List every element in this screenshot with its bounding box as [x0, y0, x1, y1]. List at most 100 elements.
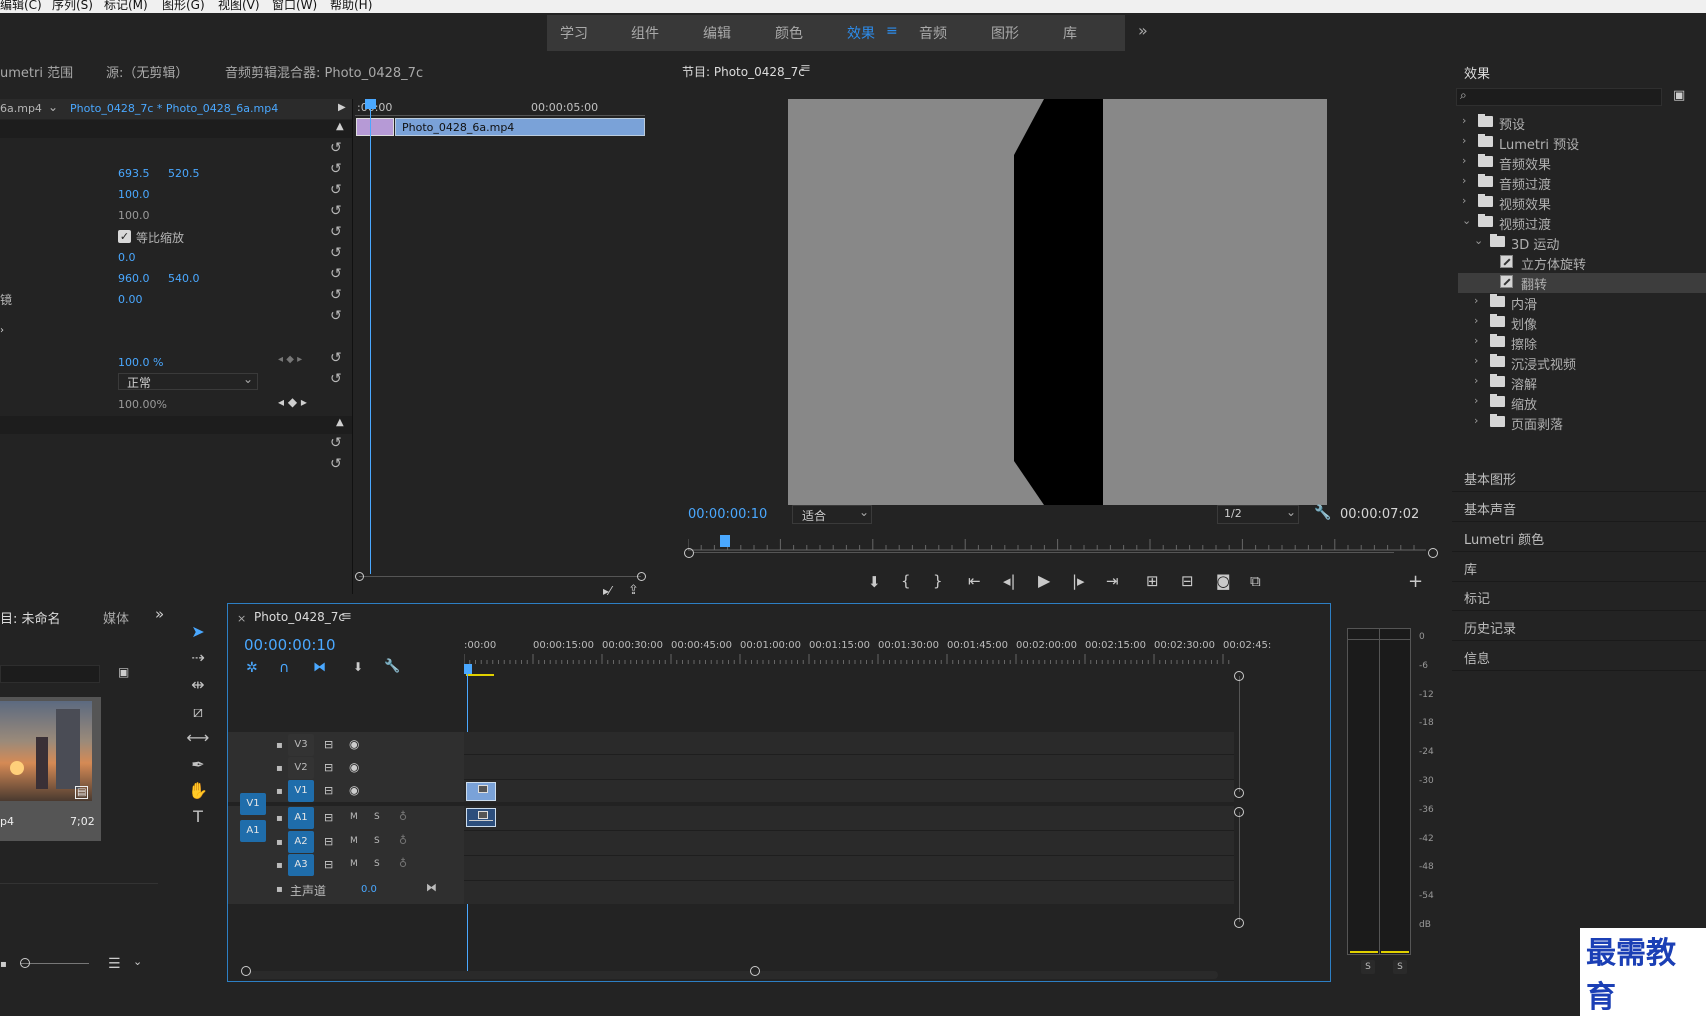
effects-tree-item[interactable]: 立方体旋转: [1458, 253, 1706, 273]
track-target-a1[interactable]: A1: [288, 807, 314, 829]
effects-tree-item[interactable]: › Lumetri 预设: [1458, 133, 1706, 153]
reset-icon[interactable]: ↺: [330, 372, 344, 386]
mark-in-icon[interactable]: {: [901, 572, 911, 590]
workspace-editing[interactable]: 编辑: [703, 23, 731, 43]
solo-right-button[interactable]: S: [1393, 960, 1407, 974]
section-markers[interactable]: 标记: [1452, 581, 1706, 611]
zoom-slider-handle[interactable]: [20, 958, 30, 968]
anchor-x-value[interactable]: 960.0: [118, 272, 150, 285]
lock-icon[interactable]: ▪: [0, 959, 7, 970]
playhead-handle[interactable]: [365, 99, 376, 109]
collapse-arrow-icon[interactable]: ▲: [336, 121, 344, 132]
effects-tree-item[interactable]: › 页面剥落: [1458, 413, 1706, 433]
eye-icon[interactable]: ◉: [349, 737, 359, 751]
keyframe-nav-icon[interactable]: ◂ ◆ ▸: [278, 395, 307, 409]
workspace-libraries[interactable]: 库: [1063, 23, 1077, 43]
reset-icon[interactable]: ↺: [330, 309, 344, 323]
effects-tree-item[interactable]: › 视频效果: [1458, 193, 1706, 213]
reset-icon[interactable]: ↺: [330, 436, 344, 450]
zoom-slider[interactable]: [21, 963, 89, 964]
add-marker-icon[interactable]: ⬇: [868, 573, 881, 591]
video-clip[interactable]: [466, 782, 496, 801]
hand-tool-icon[interactable]: ✋: [186, 780, 210, 802]
scroll-handle[interactable]: [750, 966, 760, 976]
selection-tool-icon[interactable]: ➤: [186, 621, 210, 643]
sync-lock-icon[interactable]: ⊟: [324, 858, 333, 871]
chevron-right-icon[interactable]: ›: [1462, 114, 1466, 127]
tab-project[interactable]: 目: 未命名: [0, 608, 61, 627]
workspace-menu-icon[interactable]: ≡: [886, 23, 898, 39]
solo-button[interactable]: S: [374, 836, 380, 846]
uniform-scale-checkbox[interactable]: ✓: [118, 230, 131, 243]
zoom-select[interactable]: 适合 ⌄: [792, 505, 872, 524]
wrench-icon[interactable]: 🔧: [1314, 505, 1331, 521]
lift-icon[interactable]: ⊞: [1146, 572, 1159, 590]
reset-icon[interactable]: ↺: [330, 351, 344, 365]
anti-flicker-value[interactable]: 0.00: [118, 293, 143, 306]
microphone-icon[interactable]: ♁: [399, 834, 407, 847]
solo-button[interactable]: S: [374, 859, 380, 869]
panel-more-icon[interactable]: »: [155, 605, 164, 623]
track-target-a2[interactable]: A2: [288, 831, 314, 853]
workspace-learn[interactable]: 学习: [560, 23, 588, 43]
new-bin-icon[interactable]: ▣: [118, 665, 129, 679]
go-to-out-icon[interactable]: ⇥: [1106, 572, 1119, 590]
effects-tree-item[interactable]: › 沉浸式视频: [1458, 353, 1706, 373]
linked-selection-icon[interactable]: ⧓: [313, 660, 326, 675]
step-back-icon[interactable]: ◂|: [1003, 572, 1016, 590]
effects-tree-item[interactable]: › 预设: [1458, 113, 1706, 133]
program-title[interactable]: 节目: Photo_0428_7c: [682, 63, 805, 80]
effects-title[interactable]: 效果: [1464, 63, 1490, 82]
playhead-timecode[interactable]: 00:00:00:10: [688, 507, 767, 522]
mini-clip[interactable]: Photo_0428_6a.mp4: [395, 118, 645, 136]
menu-edit[interactable]: 编辑(C): [0, 0, 42, 13]
workspace-graphics[interactable]: 图形: [991, 23, 1019, 43]
scroll-handle[interactable]: [355, 572, 364, 581]
sequence-clip-name[interactable]: Photo_0428_7c * Photo_0428_6a.mp4: [70, 102, 278, 115]
rotation-value[interactable]: 0.0: [118, 251, 136, 264]
sync-lock-icon[interactable]: ⊟: [324, 811, 333, 824]
slip-tool-icon[interactable]: ⟷: [186, 727, 210, 749]
effects-tree-item[interactable]: › 缩放: [1458, 393, 1706, 413]
anchor-y-value[interactable]: 540.0: [168, 272, 200, 285]
effects-tree-item[interactable]: ⌄ 3D 运动: [1458, 233, 1706, 253]
source-patch-v1[interactable]: V1: [240, 793, 266, 815]
menu-icon[interactable]: ≡: [341, 609, 352, 624]
ripple-edit-tool-icon[interactable]: ⇹: [186, 674, 210, 696]
play-arrow-icon[interactable]: ▶: [338, 102, 346, 113]
av-divider[interactable]: [228, 802, 1234, 806]
reset-icon[interactable]: ↺: [330, 183, 344, 197]
wrench-icon[interactable]: 🔧: [384, 659, 400, 674]
effects-tree-item[interactable]: › 擦除: [1458, 333, 1706, 353]
mute-button[interactable]: M: [350, 812, 358, 822]
effects-tree-item[interactable]: › 音频效果: [1458, 153, 1706, 173]
tab-source[interactable]: 源:（无剪辑）: [106, 62, 188, 81]
workspace-more-icon[interactable]: »: [1138, 21, 1148, 40]
chevron-right-icon[interactable]: ›: [1462, 154, 1466, 167]
track-target-a3[interactable]: A3: [288, 854, 314, 876]
filter-clip-icon[interactable]: ▸⁄: [603, 584, 611, 598]
new-bin-icon[interactable]: ▣: [1673, 88, 1685, 103]
eye-icon[interactable]: ◉: [349, 783, 359, 797]
chevron-right-icon[interactable]: ›: [1474, 414, 1478, 427]
sync-lock-icon[interactable]: ⊟: [324, 738, 333, 751]
chevron-right-icon[interactable]: ›: [1474, 374, 1478, 387]
workspace-audio[interactable]: 音频: [919, 23, 947, 43]
effects-tree-item[interactable]: › 划像: [1458, 313, 1706, 333]
nest-icon[interactable]: ✲: [246, 660, 258, 676]
reset-icon[interactable]: ↺: [330, 457, 344, 471]
program-playhead[interactable]: [720, 535, 730, 547]
scale-value[interactable]: 100.0: [118, 188, 150, 201]
expand-arrow-icon[interactable]: ›: [0, 325, 4, 336]
chevron-right-icon[interactable]: ›: [1462, 174, 1466, 187]
solo-left-button[interactable]: S: [1361, 960, 1375, 974]
timeline-playhead-handle[interactable]: [464, 664, 472, 674]
reset-icon[interactable]: ↺: [330, 225, 344, 239]
chevron-down-icon[interactable]: ⌄: [1462, 214, 1471, 227]
solo-button[interactable]: S: [374, 812, 380, 822]
lock-icon[interactable]: ▪: [276, 786, 283, 797]
chevron-right-icon[interactable]: ›: [1474, 294, 1478, 307]
mini-scrollbar[interactable]: [359, 576, 641, 577]
effects-search-input[interactable]: ⌕: [1456, 88, 1662, 106]
transition-block[interactable]: [356, 118, 394, 136]
